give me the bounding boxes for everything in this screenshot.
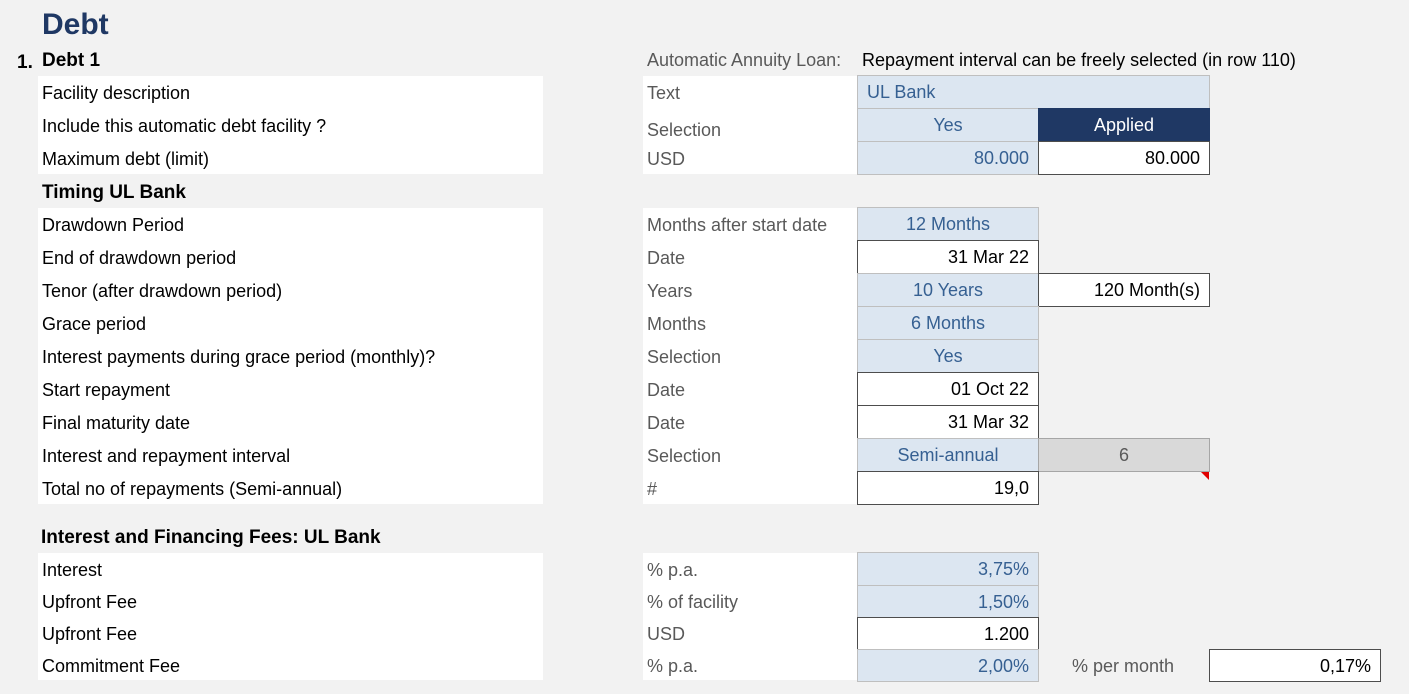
drawdown-period-input[interactable]: 12 Months: [857, 207, 1039, 241]
interval-unit: Selection: [647, 446, 722, 466]
include-facility-select[interactable]: Yes: [857, 108, 1039, 142]
end-drawdown-unit: Date: [647, 248, 686, 268]
facility-description-input[interactable]: UL Bank: [857, 75, 1210, 109]
interest-unit: % p.a.: [647, 560, 699, 580]
upfront-pct-unit: % of facility: [647, 592, 739, 612]
grace-label: Grace period: [42, 314, 147, 334]
grace-interest-select[interactable]: Yes: [857, 339, 1039, 373]
grace-unit: Months: [647, 314, 707, 334]
maturity-value: 31 Mar 32: [857, 405, 1039, 439]
debt-number: 1.: [17, 52, 33, 73]
upfront-usd-label: Upfront Fee: [42, 624, 138, 644]
applied-status-badge: Applied: [1038, 108, 1210, 142]
commitment-fee-input[interactable]: 2,00%: [857, 649, 1039, 682]
drawdown-unit: Months after start date: [647, 215, 828, 235]
include-label: Include this automatic debt facility ?: [42, 116, 327, 136]
interest-rate-input[interactable]: 3,75%: [857, 552, 1039, 586]
repayments-count-unit: #: [647, 479, 658, 499]
end-drawdown-value: 31 Mar 22: [857, 240, 1039, 274]
upfront-fee-pct-input[interactable]: 1,50%: [857, 585, 1039, 618]
timing-section-title: Timing UL Bank: [42, 182, 186, 203]
tenor-months-calc: 120 Month(s): [1038, 273, 1210, 307]
page-title: Debt: [42, 8, 109, 41]
facility-unit: Text: [647, 83, 681, 103]
drawdown-label: Drawdown Period: [42, 215, 185, 235]
per-month-label: % per month: [1072, 656, 1175, 676]
interval-label: Interest and repayment interval: [42, 446, 291, 466]
interest-label: Interest: [42, 560, 103, 580]
start-repayment-unit: Date: [647, 380, 686, 400]
end-drawdown-label: End of drawdown period: [42, 248, 237, 268]
tenor-unit: Years: [647, 281, 693, 301]
annuity-note: Repayment interval can be freely selecte…: [862, 50, 1296, 70]
repayments-count-value: 19,0: [857, 471, 1039, 505]
fees-section-title: Interest and Financing Fees: UL Bank: [41, 527, 381, 548]
start-repayment-label: Start repayment: [42, 380, 171, 400]
tenor-label: Tenor (after drawdown period): [42, 281, 283, 301]
grace-period-input[interactable]: 6 Months: [857, 306, 1039, 340]
max-debt-unit: USD: [647, 149, 686, 169]
comment-indicator-icon[interactable]: [1201, 472, 1209, 480]
maturity-unit: Date: [647, 413, 686, 433]
tenor-input[interactable]: 10 Years: [857, 273, 1039, 307]
annuity-label: Automatic Annuity Loan:: [647, 50, 842, 70]
include-unit: Selection: [647, 120, 722, 140]
repayments-count-label: Total no of repayments (Semi-annual): [42, 479, 343, 499]
facility-label: Facility description: [42, 83, 191, 103]
upfront-pct-label: Upfront Fee: [42, 592, 138, 612]
interval-months-cell: 6: [1038, 438, 1210, 472]
max-debt-input[interactable]: 80.000: [857, 141, 1039, 175]
grace-interest-label: Interest payments during grace period (m…: [42, 347, 436, 367]
max-debt-calc: 80.000: [1038, 141, 1210, 175]
maturity-label: Final maturity date: [42, 413, 191, 433]
debt-name: Debt 1: [42, 50, 101, 71]
interval-select[interactable]: Semi-annual: [857, 438, 1039, 472]
grace-interest-unit: Selection: [647, 347, 722, 367]
upfront-usd-unit: USD: [647, 624, 686, 644]
commitment-fee-unit: % p.a.: [647, 656, 699, 676]
start-repayment-value: 01 Oct 22: [857, 372, 1039, 406]
commitment-fee-label: Commitment Fee: [42, 656, 181, 676]
max-debt-label: Maximum debt (limit): [42, 149, 210, 169]
upfront-fee-usd-value: 1.200: [857, 617, 1039, 650]
per-month-value: 0,17%: [1209, 649, 1381, 682]
